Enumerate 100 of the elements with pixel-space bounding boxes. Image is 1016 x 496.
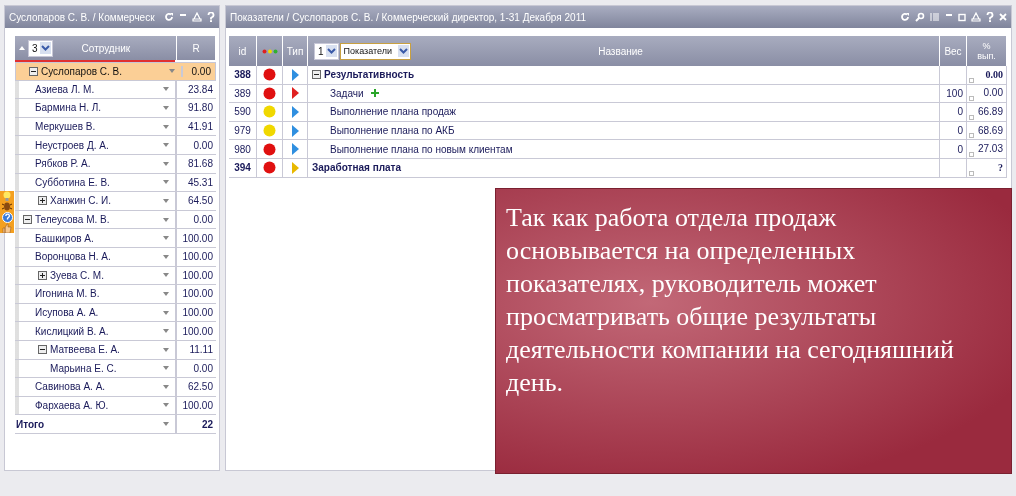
note-icon bbox=[969, 77, 974, 83]
total-cell-text: 22 bbox=[200, 417, 214, 432]
caret-icon[interactable] bbox=[163, 198, 169, 203]
caret-icon[interactable] bbox=[163, 310, 169, 315]
employee-row[interactable]: Неустроев Д. А. 0.00 bbox=[15, 136, 216, 155]
percent-cell: ? bbox=[998, 161, 1003, 173]
note-icon bbox=[969, 114, 974, 120]
refresh-icon[interactable] bbox=[900, 12, 910, 22]
help-icon[interactable] bbox=[986, 12, 994, 22]
score-cell-text: 0.00 bbox=[190, 65, 212, 77]
collapse-icon[interactable] bbox=[38, 345, 47, 355]
indicator-name: Задачи bbox=[330, 87, 364, 99]
employee-name: Телеусова М. В. bbox=[35, 214, 111, 226]
column-header[interactable] bbox=[257, 36, 283, 66]
id-cell: 980 bbox=[229, 140, 257, 158]
employee-row[interactable]: Ханжин С. И. 64.50 bbox=[15, 192, 216, 211]
caret-icon[interactable] bbox=[163, 143, 169, 148]
percent-cell: 68.69 bbox=[977, 124, 1003, 136]
indicator-name: Результативность bbox=[324, 69, 415, 81]
weight-cell: 0 bbox=[940, 103, 967, 121]
employee-name: Исупова А. А. bbox=[35, 307, 100, 318]
search-icon[interactable] bbox=[915, 12, 925, 22]
note-icon bbox=[969, 170, 974, 176]
employee-name: Воронцова Н. А. bbox=[35, 251, 112, 263]
score-cell-text: 0.00 bbox=[192, 138, 214, 153]
employee-row[interactable]: Бармина Н. Л. 91.80 bbox=[15, 99, 216, 118]
employee-name: Ханжин С. И. bbox=[50, 195, 113, 207]
refresh-icon[interactable] bbox=[164, 12, 174, 22]
score-cell-text: 45.31 bbox=[186, 175, 214, 190]
score-cell-text: 41.91 bbox=[186, 120, 214, 135]
score-cell-text: 100.00 bbox=[181, 250, 214, 265]
panel-title: Суслопаров С. В. / Коммерческ bbox=[9, 11, 156, 23]
sort-icon[interactable] bbox=[19, 46, 25, 50]
caret-icon[interactable] bbox=[163, 329, 169, 334]
caret-icon[interactable] bbox=[163, 124, 169, 129]
caret-icon[interactable] bbox=[163, 161, 169, 166]
employee-name: Суслопаров С. В. bbox=[41, 65, 124, 77]
employee-name: Кислицкий В. А. bbox=[35, 325, 110, 337]
employee-row[interactable]: Кислицкий В. А. 100.00 bbox=[15, 322, 216, 341]
caret-icon[interactable] bbox=[163, 217, 169, 222]
help-icon[interactable] bbox=[207, 12, 215, 22]
plus-icon[interactable] bbox=[370, 89, 379, 98]
caret-icon[interactable] bbox=[163, 422, 169, 427]
caret-icon[interactable] bbox=[163, 236, 169, 241]
collapse-icon[interactable] bbox=[23, 215, 32, 225]
close-icon[interactable] bbox=[999, 12, 1007, 22]
print-icon[interactable] bbox=[971, 12, 981, 22]
group-select[interactable]: Показатели bbox=[339, 42, 412, 60]
traffic-light-icon bbox=[261, 48, 278, 54]
weight-cell: 0 bbox=[940, 140, 967, 158]
caret-icon[interactable] bbox=[163, 403, 169, 408]
score-cell-text: 0.00 bbox=[192, 361, 214, 376]
indicator-name: Выполнение плана по АКБ bbox=[330, 125, 455, 137]
print-icon[interactable] bbox=[192, 12, 202, 22]
caret-icon[interactable] bbox=[163, 87, 169, 92]
note-icon bbox=[969, 151, 974, 157]
dropdown-icon[interactable] bbox=[398, 45, 410, 57]
thumbs-up-icon[interactable] bbox=[2, 223, 12, 233]
collapse-icon[interactable] bbox=[29, 66, 38, 76]
caret-icon[interactable] bbox=[163, 366, 169, 371]
score-cell-text: 91.80 bbox=[186, 101, 214, 116]
caret-icon[interactable] bbox=[163, 180, 169, 185]
caret-icon[interactable] bbox=[169, 69, 175, 74]
level-select[interactable]: 1 bbox=[314, 42, 339, 60]
bug-icon[interactable] bbox=[2, 201, 12, 212]
score-cell-text: 100.00 bbox=[181, 324, 214, 339]
weight-cell: 100 bbox=[940, 84, 967, 103]
caret-icon[interactable] bbox=[163, 273, 169, 278]
id-cell: 979 bbox=[229, 121, 257, 140]
caret-icon[interactable] bbox=[163, 254, 169, 259]
column-header[interactable]: 3 Сотрудник bbox=[15, 36, 177, 60]
caret-icon[interactable] bbox=[163, 347, 169, 352]
employee-row[interactable]: Башкиров А. 100.00 bbox=[15, 229, 216, 248]
employee-row[interactable]: Суслопаров С. В. 0.00 bbox=[15, 62, 216, 81]
score-cell-text: 23.84 bbox=[186, 82, 214, 97]
help-icon[interactable] bbox=[1, 211, 13, 223]
employee-name: Рябков Р. А. bbox=[35, 158, 92, 170]
id-cell: 394 bbox=[229, 158, 257, 177]
expand-icon[interactable] bbox=[38, 270, 47, 280]
level-select[interactable]: 3 bbox=[28, 39, 53, 57]
list-icon[interactable] bbox=[930, 12, 940, 22]
dropdown-icon[interactable] bbox=[39, 42, 51, 54]
employee-row[interactable]: Савинова А. А. 62.50 bbox=[15, 378, 216, 397]
employee-name: Неустроев Д. А. bbox=[35, 139, 110, 151]
expand-icon[interactable] bbox=[38, 196, 47, 206]
employee-row[interactable]: Игонина М. В. 100.00 bbox=[15, 285, 216, 304]
caret-icon[interactable] bbox=[163, 106, 169, 110]
caret-icon[interactable] bbox=[163, 384, 169, 389]
score-cell-text: 62.50 bbox=[186, 380, 214, 395]
employee-name: Бармина Н. Л. bbox=[35, 102, 103, 114]
employee-name: Башкиров А. bbox=[35, 232, 95, 244]
dropdown-icon[interactable] bbox=[325, 45, 337, 57]
percent-cell: 0.00 bbox=[983, 87, 1003, 99]
lightbulb-icon[interactable] bbox=[2, 191, 12, 201]
weight-cell: 0 bbox=[940, 121, 967, 140]
maximize-icon[interactable] bbox=[958, 12, 966, 22]
total-label: Итого bbox=[16, 418, 46, 430]
caret-icon[interactable] bbox=[163, 291, 169, 296]
employee-name: Матвеева Е. А. bbox=[50, 344, 121, 356]
collapse-icon[interactable] bbox=[312, 70, 321, 80]
